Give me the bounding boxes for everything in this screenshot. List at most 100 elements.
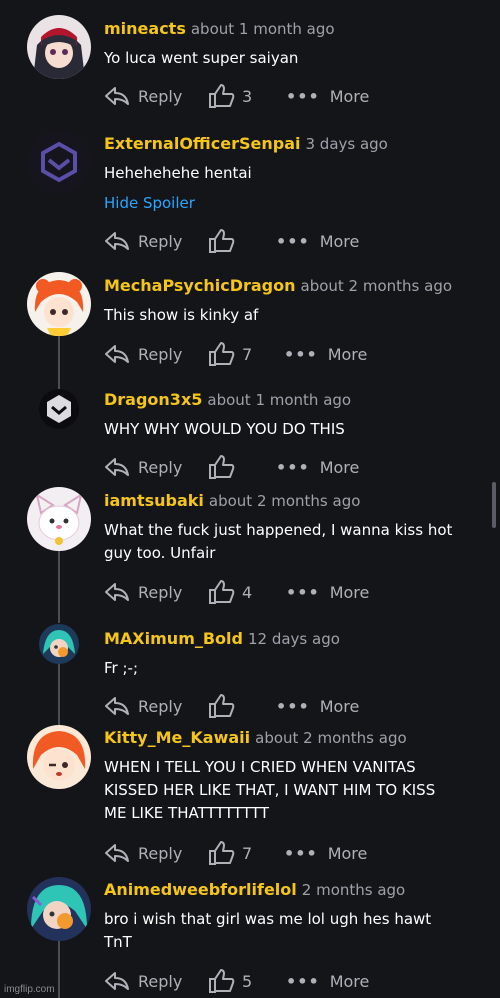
like-button[interactable]: 7 — [208, 840, 252, 866]
like-count: 5 — [242, 971, 253, 991]
reply-label: Reply — [138, 457, 183, 477]
reply-button[interactable]: Reply — [104, 579, 182, 605]
like-count: 7 — [242, 843, 253, 863]
comment-text: Fr ;-; — [104, 657, 138, 680]
username[interactable]: Animedweebforlifelol — [104, 880, 297, 899]
comment-text: WHY WHY WOULD YOU DO THIS — [104, 418, 345, 441]
username[interactable]: MechaPsychicDragon — [104, 276, 296, 295]
reply-button[interactable]: Reply — [104, 968, 182, 994]
reply-button[interactable]: Reply — [104, 840, 182, 866]
more-button[interactable]: ••• More — [276, 693, 359, 719]
username[interactable]: Kitty_Me_Kawaii — [104, 728, 250, 747]
ellipsis-icon: ••• — [284, 843, 318, 863]
like-button[interactable]: 4 — [208, 579, 252, 605]
username[interactable]: Dragon3x5 — [104, 390, 202, 409]
timestamp: 12 days ago — [247, 630, 340, 648]
more-button[interactable]: ••• More — [276, 228, 359, 254]
avatar[interactable] — [27, 15, 91, 79]
username[interactable]: mineacts — [104, 19, 186, 38]
ellipsis-icon: ••• — [276, 231, 310, 251]
like-button[interactable] — [208, 228, 242, 254]
thumbs-up-icon — [209, 455, 235, 479]
comment-line: What the fuck just happened, I wanna kis… — [104, 521, 453, 539]
comment-text: bro i wish that girl was me lol ugh hes … — [104, 908, 431, 954]
avatar[interactable] — [39, 389, 79, 429]
ellipsis-icon: ••• — [286, 971, 320, 991]
more-label: More — [319, 696, 360, 716]
comment-line: guy too. Unfair — [104, 544, 216, 562]
hide-spoiler-link[interactable]: Hide Spoiler — [104, 192, 195, 214]
reply-icon — [105, 345, 129, 363]
more-button[interactable]: ••• More — [286, 83, 369, 109]
ellipsis-icon: ••• — [286, 86, 320, 106]
avatar[interactable] — [27, 272, 91, 336]
more-button[interactable]: ••• More — [284, 840, 367, 866]
reply-label: Reply — [138, 971, 183, 991]
more-button[interactable]: ••• More — [286, 579, 369, 605]
reply-button[interactable]: Reply — [104, 454, 182, 480]
reply-icon — [105, 583, 129, 601]
ellipsis-icon: ••• — [276, 696, 310, 716]
reply-icon — [105, 232, 129, 250]
avatar[interactable] — [27, 130, 91, 194]
thumbs-up-icon — [209, 84, 235, 108]
comment-text: This show is kinky af — [104, 304, 258, 327]
avatar[interactable] — [39, 624, 79, 664]
reply-icon — [105, 697, 129, 715]
thumbs-up-icon — [209, 969, 235, 993]
comment-header: MAXimum_Bold 12 days ago — [104, 627, 340, 651]
like-count: 4 — [242, 582, 253, 602]
comment-line: KISSED HER LIKE THAT, I WANT HIM TO KISS — [104, 781, 436, 799]
reply-button[interactable]: Reply — [104, 693, 182, 719]
timestamp: 3 days ago — [305, 135, 388, 153]
timestamp: about 1 month ago — [207, 391, 352, 409]
more-label: More — [327, 843, 368, 863]
reply-button[interactable]: Reply — [104, 83, 182, 109]
more-label: More — [329, 582, 370, 602]
more-button[interactable]: ••• More — [276, 454, 359, 480]
avatar[interactable] — [27, 877, 91, 941]
watermark: imgflip.com — [4, 984, 55, 995]
thumbs-up-icon — [209, 342, 235, 366]
more-label: More — [319, 231, 360, 251]
username[interactable]: ExternalOfficerSenpai — [104, 134, 300, 153]
like-button[interactable]: 5 — [208, 968, 252, 994]
avatar[interactable] — [27, 725, 91, 789]
comment-text: Yo luca went super saiyan — [104, 47, 298, 70]
reply-button[interactable]: Reply — [104, 341, 182, 367]
comment-header: Dragon3x5 about 1 month ago — [104, 388, 351, 412]
comment-header: iamtsubaki about 2 months ago — [104, 489, 360, 513]
thread-line — [58, 662, 60, 730]
reply-label: Reply — [138, 696, 183, 716]
comment-header: mineacts about 1 month ago — [104, 17, 335, 41]
comment-line: WHEN I TELL YOU I CRIED WHEN VANITAS — [104, 758, 416, 776]
more-button[interactable]: ••• More — [286, 968, 369, 994]
reply-label: Reply — [138, 344, 183, 364]
ellipsis-icon: ••• — [284, 344, 318, 364]
username[interactable]: MAXimum_Bold — [104, 629, 243, 648]
reply-icon — [105, 972, 129, 990]
comment-line: This show is kinky af — [104, 306, 259, 324]
like-count: 7 — [242, 344, 253, 364]
reply-icon — [105, 844, 129, 862]
more-button[interactable]: ••• More — [284, 341, 367, 367]
reply-button[interactable]: Reply — [104, 228, 182, 254]
more-label: More — [327, 344, 368, 364]
thumbs-up-icon — [209, 580, 235, 604]
timestamp: about 2 months ago — [255, 729, 407, 747]
like-button[interactable] — [208, 693, 242, 719]
like-button[interactable] — [208, 454, 242, 480]
avatar[interactable] — [27, 487, 91, 551]
thread-line — [58, 545, 60, 623]
like-button[interactable]: 7 — [208, 341, 252, 367]
thumbs-up-icon — [209, 229, 235, 253]
thread-line — [58, 940, 60, 998]
username[interactable]: iamtsubaki — [104, 491, 204, 510]
comment-header: ExternalOfficerSenpai 3 days ago — [104, 132, 388, 156]
ellipsis-icon: ••• — [286, 582, 320, 602]
comment-line: Fr ;-; — [104, 659, 138, 677]
scrollbar[interactable] — [492, 482, 496, 528]
comment-line: ME LIKE THATTTTTTTT — [104, 804, 270, 822]
like-button[interactable]: 3 — [208, 83, 252, 109]
comment-text: Hehehehehe hentai — [104, 162, 252, 185]
